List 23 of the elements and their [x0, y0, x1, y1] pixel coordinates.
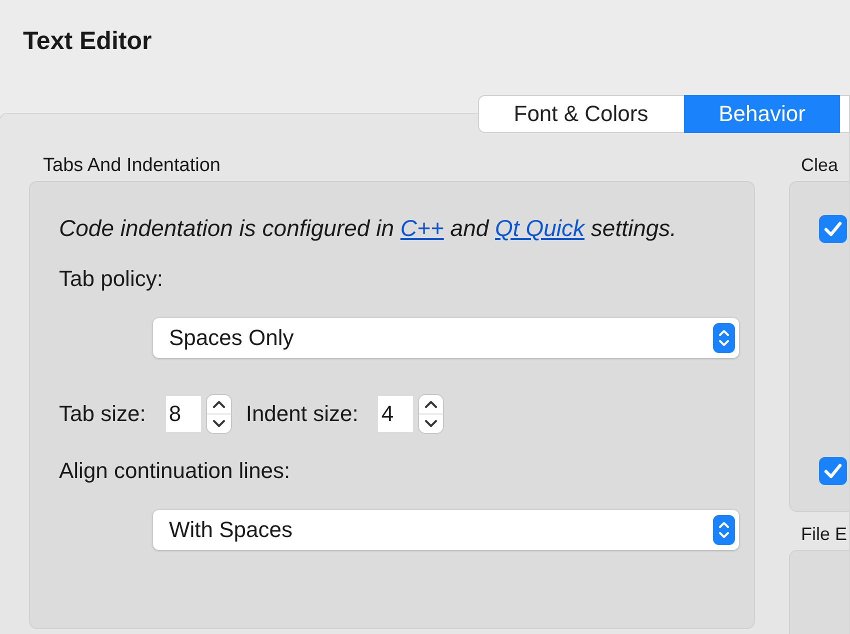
group-title: File E: [800, 524, 848, 546]
tab-size-field[interactable]: 8: [166, 396, 201, 432]
group-title: Tabs And Indentation: [42, 155, 222, 178]
dropdown-arrows-icon: [713, 515, 735, 545]
field-label: Tab policy:: [59, 266, 163, 292]
field-label: Indent size:: [246, 401, 358, 427]
alignment-dropdown[interactable]: With Spaces: [153, 510, 739, 550]
dropdown-arrows-icon: [713, 323, 735, 353]
spin-arrows-icon[interactable]: [418, 394, 444, 434]
field-label: Tab size:: [59, 401, 146, 427]
settings-link[interactable]: Qt Quick: [495, 215, 585, 241]
indentation-note: Code indentation is configured in C++ and Qt Quick settings.: [59, 214, 678, 243]
tab[interactable]: Font & Colors: [478, 95, 684, 133]
field-label: Align continuation lines:: [59, 458, 290, 484]
spin-arrows-icon[interactable]: [206, 394, 232, 434]
group-title: Clea: [800, 155, 840, 177]
indent-size-field[interactable]: 4: [378, 396, 414, 432]
checkbox[interactable]: [819, 215, 847, 243]
page-title: Text Editor: [22, 26, 153, 57]
settings-link[interactable]: C++: [400, 215, 444, 241]
tab[interactable]: Behavior: [684, 95, 840, 133]
checkbox[interactable]: [819, 457, 847, 485]
tab-policy-dropdown[interactable]: Spaces Only: [153, 318, 739, 358]
